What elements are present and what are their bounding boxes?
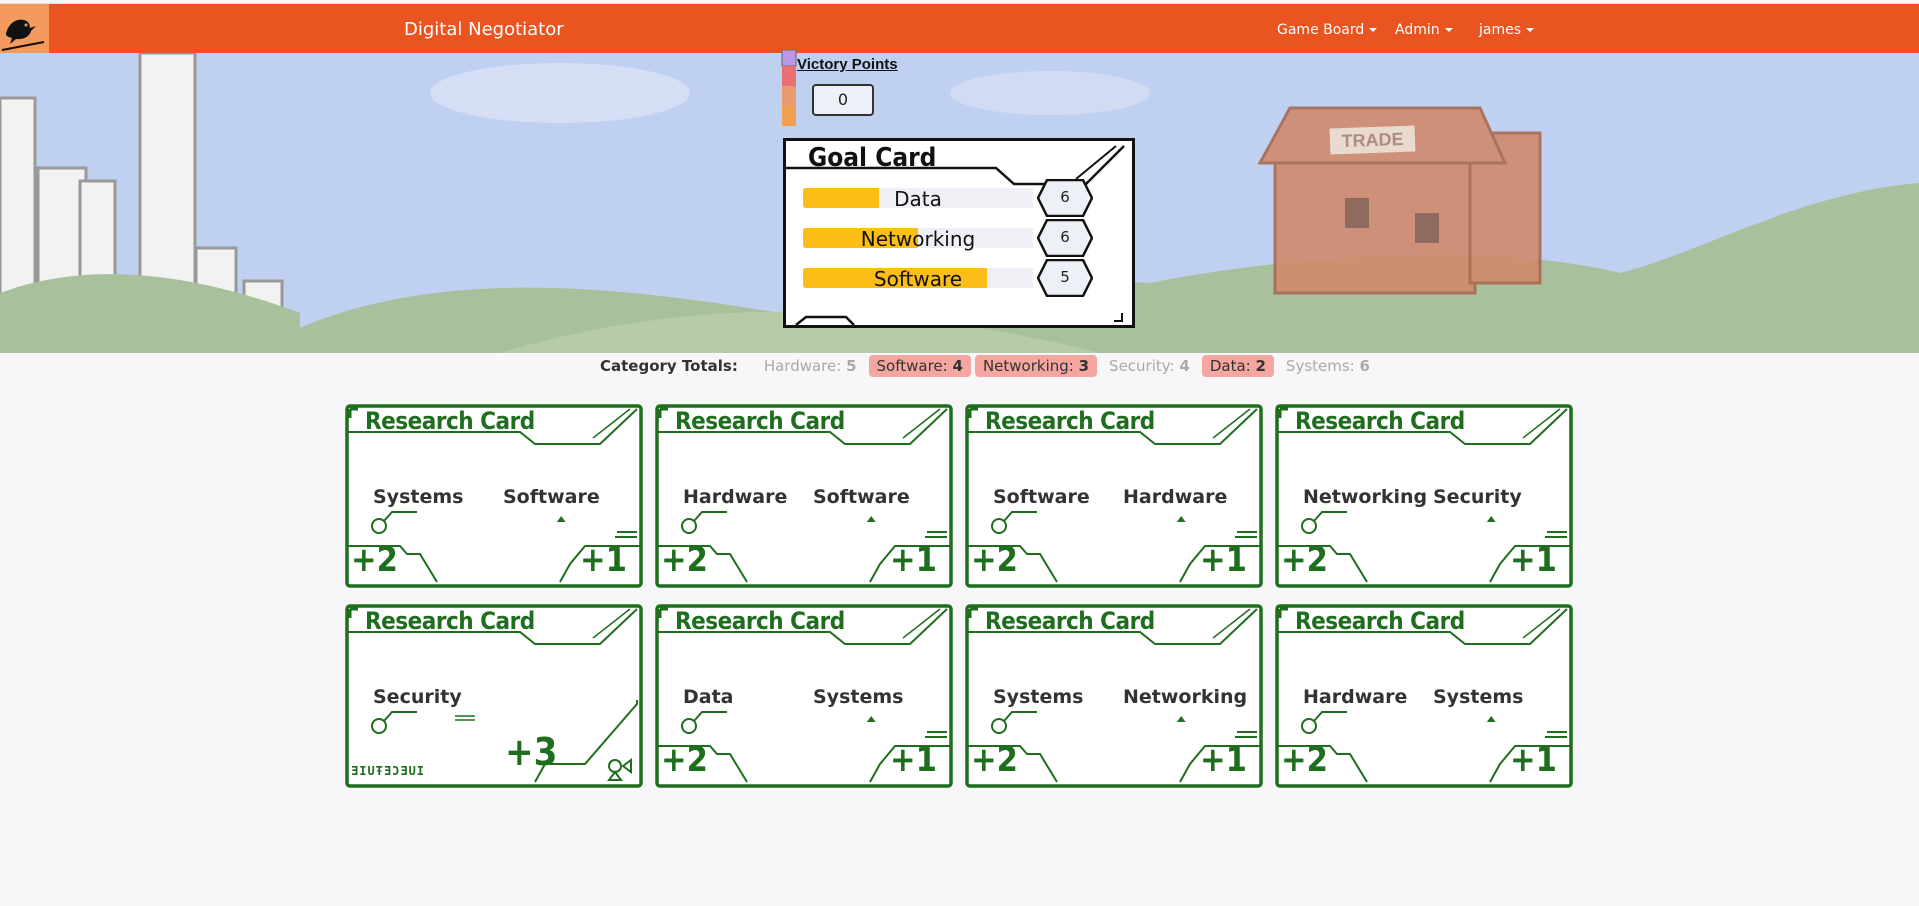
- research-card-left-bonus: +2: [351, 540, 398, 580]
- research-card-right-bonus: +1: [1510, 540, 1557, 580]
- research-card-category-primary: Hardware: [683, 486, 788, 508]
- research-card-title: Research Card: [1295, 607, 1465, 635]
- research-card-right-bonus: +1: [580, 540, 627, 580]
- research-card-title: Research Card: [675, 407, 845, 435]
- goal-target-hex: 6: [1036, 218, 1094, 258]
- research-card-category-primary: Systems: [373, 486, 464, 508]
- goal-target-hex: 5: [1036, 258, 1094, 298]
- nav-game-board-label: Game Board: [1277, 22, 1365, 38]
- goal-row: Networking 6: [803, 218, 1095, 259]
- research-card-left-bonus: +2: [661, 540, 708, 580]
- research-card-category-secondary: Software: [503, 486, 600, 508]
- brand-title[interactable]: Digital Negotiator: [404, 19, 564, 40]
- research-card-title: Research Card: [365, 407, 535, 435]
- goal-target-value: 6: [1060, 188, 1070, 206]
- category-total-pill: Systems: 6: [1278, 355, 1378, 377]
- category-total-pill: Security: 4: [1101, 355, 1198, 377]
- caret-down-icon: [1526, 28, 1535, 32]
- research-card-title: Research Card: [365, 607, 535, 635]
- research-card-left-bonus: +2: [971, 540, 1018, 580]
- category-total-name: Systems:: [1285, 357, 1355, 375]
- category-total-value: 4: [952, 357, 963, 375]
- research-card-left-bonus: +2: [971, 740, 1018, 780]
- caret-down-icon: [1444, 28, 1453, 32]
- research-card-category-secondary: Security: [1433, 486, 1522, 508]
- research-card-category-primary: Software: [993, 486, 1090, 508]
- victory-points-value: 0: [812, 84, 874, 116]
- research-card-category-secondary: Systems: [813, 686, 904, 708]
- goal-target-hex: 6: [1036, 178, 1094, 218]
- research-card-category-secondary: Hardware: [1123, 486, 1228, 508]
- research-card-title: Research Card: [675, 607, 845, 635]
- nav-game-board-menu[interactable]: Game Board: [1277, 22, 1378, 38]
- research-card[interactable]: Research Card Software Hardware +2 +1: [965, 404, 1263, 588]
- nav-admin-menu[interactable]: Admin: [1395, 22, 1453, 38]
- nav-user-menu[interactable]: james: [1479, 22, 1535, 38]
- category-total-name: Networking:: [982, 357, 1074, 375]
- goal-category-label: Networking: [860, 227, 976, 251]
- nav-admin-label: Admin: [1395, 22, 1440, 38]
- research-card[interactable]: Research Card Networking Security +2 +1: [1275, 404, 1573, 588]
- caret-down-icon: [1369, 28, 1378, 32]
- category-total-value: 3: [1078, 357, 1090, 375]
- research-card-left-bonus: +2: [661, 740, 708, 780]
- category-totals-label: Category Totals:: [600, 357, 738, 375]
- nav-user-label: james: [1479, 22, 1522, 38]
- category-total-value: 5: [846, 357, 857, 375]
- category-total-value: 4: [1179, 357, 1190, 375]
- research-card[interactable]: Research Card Hardware Software +2 +1: [655, 404, 953, 588]
- research-card-title: Research Card: [1295, 407, 1465, 435]
- research-card[interactable]: Research Card Systems Networking +2 +1: [965, 604, 1263, 788]
- research-card-right-bonus: +1: [1510, 740, 1557, 780]
- category-total-pill: Hardware: 5: [756, 355, 865, 377]
- research-card-right-bonus: +1: [890, 540, 937, 580]
- research-card-left-bonus: +2: [1281, 540, 1328, 580]
- trade-sign: TRADE: [1329, 125, 1416, 155]
- category-total-value: 6: [1359, 357, 1370, 375]
- category-total-name: Security:: [1109, 357, 1175, 375]
- navbar: Digital Negotiator Game Board Admin jame…: [0, 3, 1919, 54]
- research-card-left-bonus: +2: [1281, 740, 1328, 780]
- research-card-right-bonus: +1: [1200, 540, 1247, 580]
- category-totals-items: Hardware: 5 Software: 4 Networking: 3 Secur…: [756, 355, 1382, 377]
- research-card-category-secondary: Systems: [1433, 686, 1524, 708]
- goal-category-label: Software: [873, 267, 963, 291]
- research-card-bonus: +3: [505, 730, 558, 774]
- research-card-category-primary: Networking: [1303, 486, 1428, 508]
- research-card-category-secondary: Networking: [1123, 686, 1248, 708]
- research-card-category-primary: Hardware: [1303, 686, 1408, 708]
- category-total-pill: Networking: 3: [974, 355, 1098, 377]
- category-total-value: 2: [1255, 357, 1266, 375]
- victory-points-title: Victory Points: [797, 56, 898, 73]
- category-total-name: Data:: [1209, 357, 1251, 375]
- research-card[interactable]: Research Card Systems Software +2 +1: [345, 404, 643, 588]
- goal-row: Software 5: [803, 258, 1095, 299]
- research-card-right-bonus: +1: [1200, 740, 1247, 780]
- category-total-pill: Data: 2: [1201, 355, 1274, 377]
- category-total-pill: Software: 4: [868, 355, 971, 377]
- research-card-category-primary: Security: [373, 686, 462, 708]
- research-card-title: Research Card: [985, 407, 1155, 435]
- research-card-title: Research Card: [985, 607, 1155, 635]
- research-card[interactable]: Research Card Hardware Systems +2 +1: [1275, 604, 1573, 788]
- goal-target-value: 5: [1060, 268, 1070, 286]
- goal-card: Goal Card Data 6 Networking 6 Software 5: [783, 138, 1135, 328]
- research-card[interactable]: Research Card Data Systems +2 +1: [655, 604, 953, 788]
- research-card-category-primary: Systems: [993, 686, 1084, 708]
- category-total-name: Hardware:: [763, 357, 842, 375]
- goal-row: Data 6: [803, 178, 1095, 219]
- research-card-right-bonus: +1: [890, 740, 937, 780]
- research-card-code: ƎIUŦƎƆƎUI: [351, 764, 426, 778]
- research-card[interactable]: Research Card Security +3 ƎIUŦƎƆƎUI: [345, 604, 643, 788]
- research-card-category-secondary: Software: [813, 486, 910, 508]
- category-total-name: Software:: [876, 357, 948, 375]
- goal-target-value: 6: [1060, 228, 1070, 246]
- goal-card-title: Goal Card: [808, 143, 937, 173]
- victory-points-meter-icon: [781, 50, 797, 126]
- category-totals: Category Totals: Hardware: 5 Software: 4N…: [600, 355, 1382, 377]
- research-card-category-primary: Data: [683, 686, 734, 708]
- bird-logo-icon[interactable]: [0, 4, 49, 54]
- goal-category-label: Data: [894, 187, 942, 211]
